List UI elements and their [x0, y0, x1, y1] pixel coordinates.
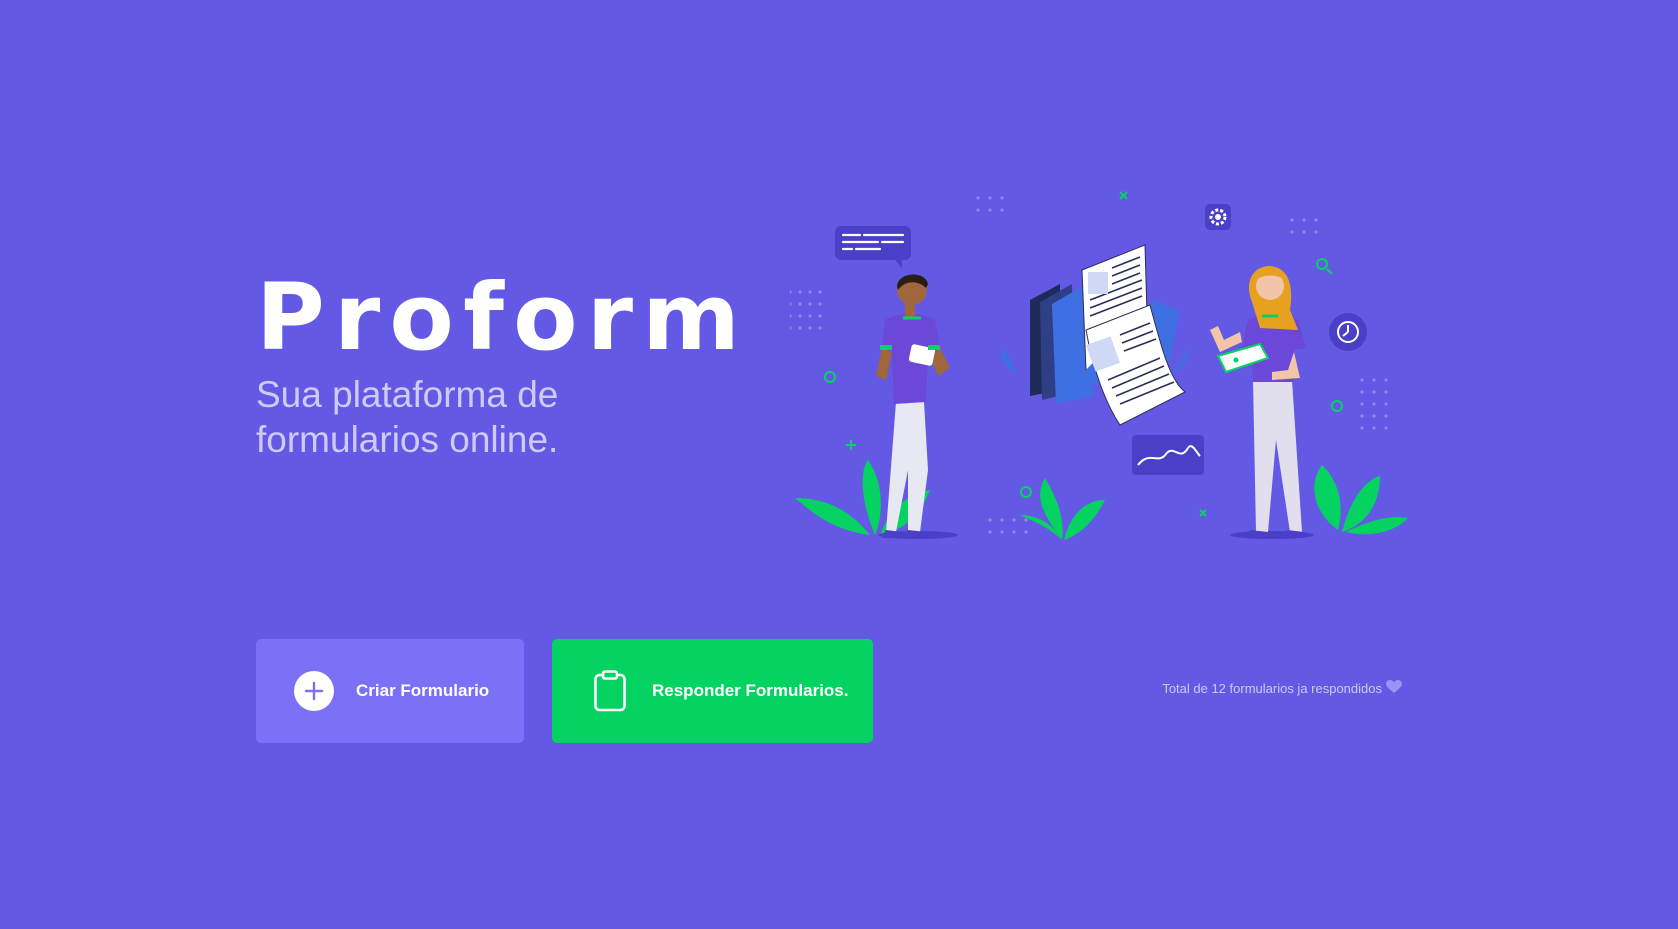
hero-illustration: [790, 191, 1408, 540]
create-form-label: Criar Formulario: [356, 681, 490, 700]
man-character: [876, 274, 958, 539]
chat-bubble-icon: [835, 226, 911, 268]
create-form-button[interactable]: Criar Formulario: [256, 639, 524, 743]
respond-forms-button[interactable]: Responder Formularios.: [552, 639, 873, 743]
woman-character: [1210, 266, 1314, 539]
clipboard-icon: [590, 670, 630, 712]
clock-icon: [1329, 313, 1367, 351]
action-buttons: Criar Formulario Responder Formularios.: [256, 639, 873, 743]
documents-illustration: [1030, 244, 1186, 426]
tagline: Sua plataforma de formularios online.: [256, 374, 559, 460]
respond-forms-label: Responder Formularios.: [652, 681, 849, 700]
landing-page: Proform Sua plataforma de formularios on…: [0, 0, 1678, 929]
gear-icon: [1205, 204, 1231, 230]
line-chart-icon: [1132, 435, 1204, 475]
responses-total-text: Total de 12 formularios ja respondidos: [1162, 681, 1382, 696]
purple-heart-icon: [1386, 680, 1402, 697]
responses-total: Total de 12 formularios ja respondidos: [1162, 680, 1402, 697]
hero-section: Proform Sua plataforma de formularios on…: [256, 272, 740, 462]
app-logo-title: Proform: [256, 264, 750, 371]
plus-icon: [294, 671, 334, 711]
